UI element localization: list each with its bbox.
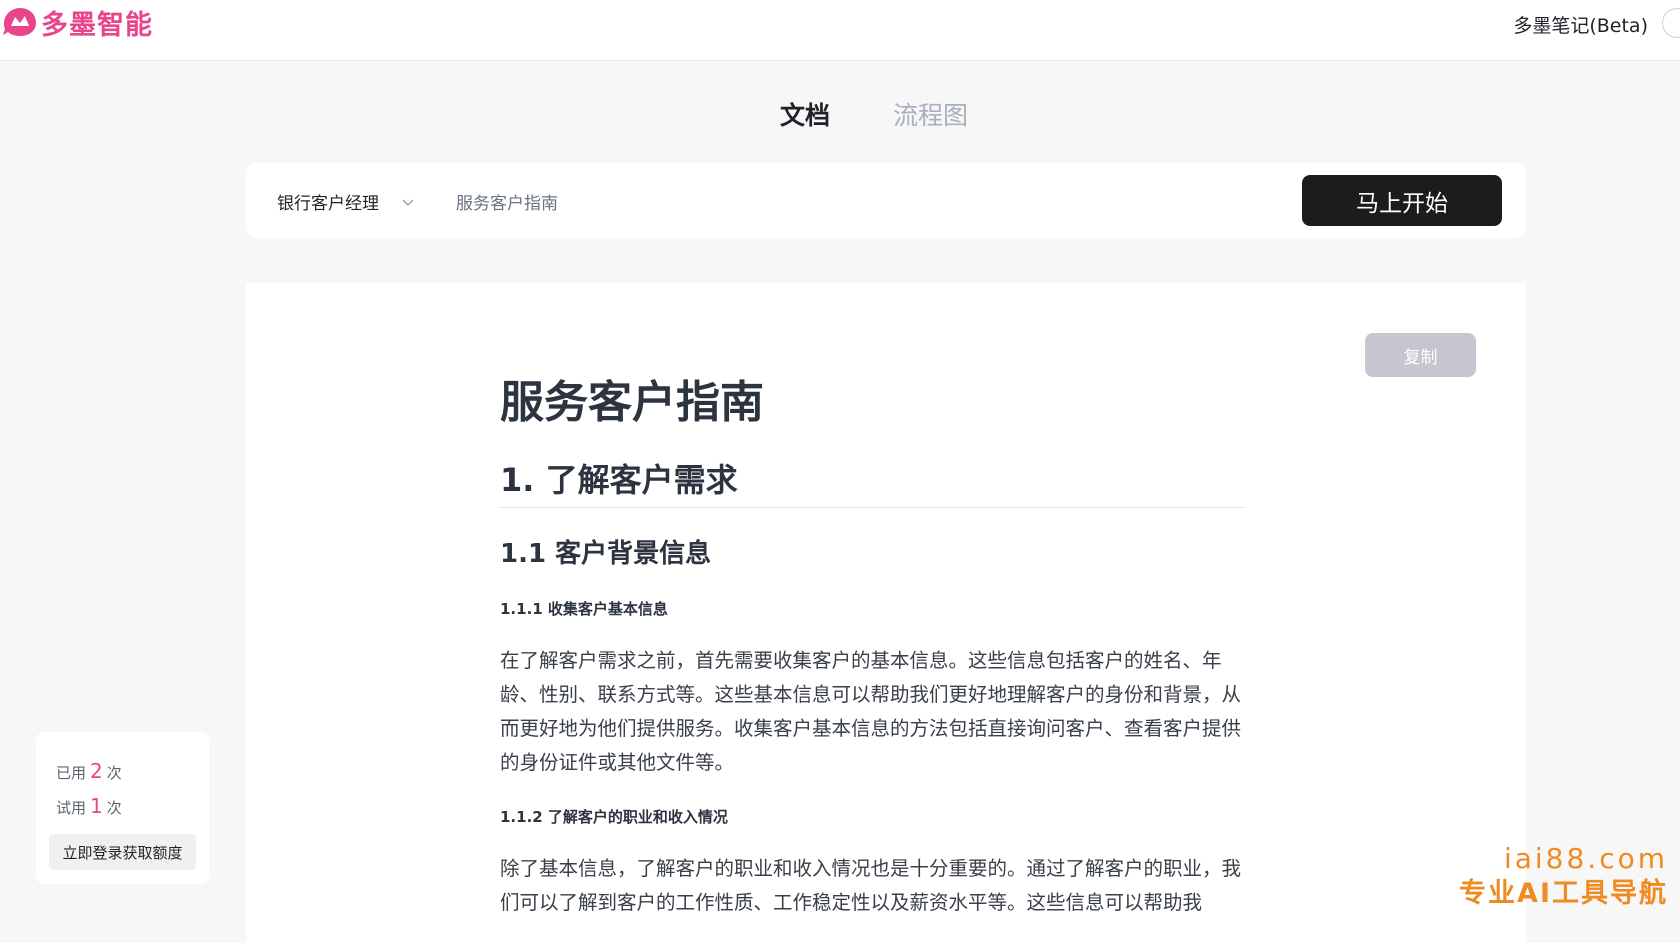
trial-label: 试用 [56,799,87,817]
copy-button[interactable]: 复制 [1365,333,1476,377]
used-count-row: 已用 2 次 [56,759,122,783]
logo-text: 多墨智能 [41,9,153,41]
tab-flowchart[interactable]: 流程图 [893,96,968,132]
used-label: 已用 [56,764,87,782]
document-title: 服务客户指南 [500,377,764,428]
subsubsection-heading: 1.1.1 收集客户基本信息 [500,600,668,618]
watermark: iai88.com 专业AI工具导航 [1459,842,1668,912]
role-dropdown[interactable]: 银行客户经理 [277,189,415,214]
notes-beta-link[interactable]: 多墨笔记(Beta) [1513,11,1648,38]
watermark-title: 专业AI工具导航 [1459,878,1668,909]
topic-input[interactable] [454,185,1238,217]
avatar[interactable] [1662,8,1680,38]
watermark-url: iai88.com [1503,842,1668,875]
logo-icon [3,8,36,36]
document-content: 服务客户指南 1. 了解客户需求 1.1 客户背景信息 1.1.1 收集客户基本… [500,375,1245,920]
trial-count-row: 试用 1 次 [56,794,122,818]
document-card: 复制 服务客户指南 1. 了解客户需求 1.1 客户背景信息 1.1.1 收集客… [246,283,1526,943]
trial-unit: 次 [106,799,122,817]
logo[interactable]: 多墨智能 [0,4,153,41]
start-button[interactable]: 马上开始 [1302,175,1502,226]
role-dropdown-value: 银行客户经理 [277,194,379,214]
subsubsection-heading: 1.1.2 了解客户的职业和收入情况 [500,808,728,826]
used-unit: 次 [106,764,122,782]
tab-document[interactable]: 文档 [780,96,830,132]
paragraph: 在了解客户需求之前，首先需要收集客户的基本信息。这些信息包括客户的姓名、年龄、性… [500,649,1242,774]
section-heading: 1. 了解客户需求 [500,459,1245,508]
chevron-down-icon [402,199,414,206]
subsection-heading: 1.1 客户背景信息 [500,539,712,569]
mode-tabs: 文档 流程图 [0,96,1680,140]
generate-input-bar: 银行客户经理 马上开始 [246,163,1526,238]
paragraph: 除了基本信息，了解客户的职业和收入情况也是十分重要的。通过了解客户的职业，我们可… [500,857,1242,914]
top-bar: 多墨智能 多墨笔记(Beta) [0,0,1680,61]
used-count: 2 [90,759,103,783]
quota-card: 已用 2 次 试用 1 次 立即登录获取额度 [36,732,209,884]
trial-count: 1 [90,794,103,818]
login-for-quota-button[interactable]: 立即登录获取额度 [49,834,196,870]
